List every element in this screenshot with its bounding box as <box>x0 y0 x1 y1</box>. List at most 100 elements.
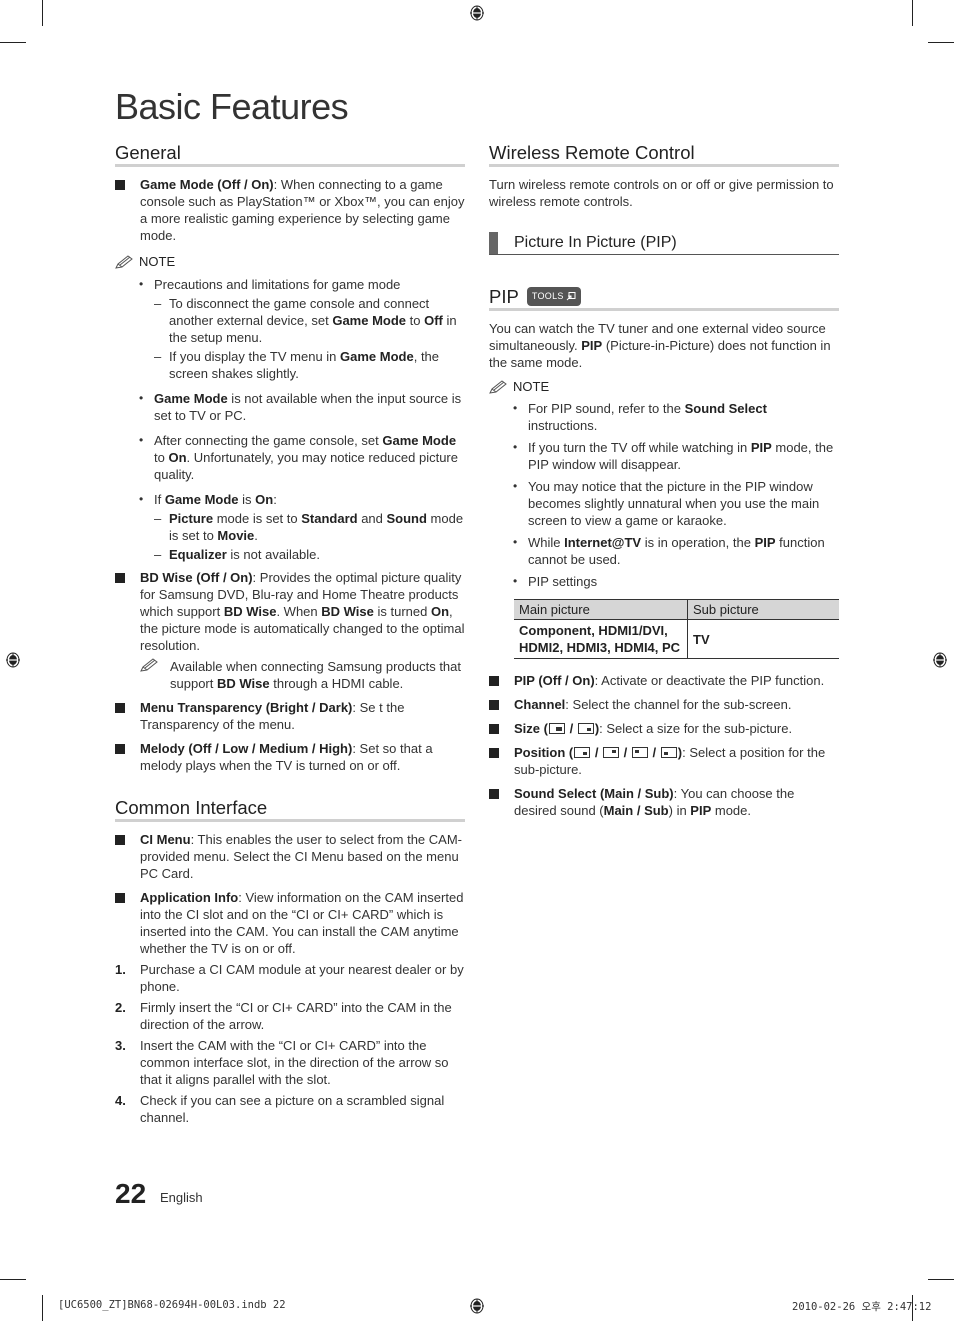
text: is <box>238 492 256 507</box>
text: While <box>528 535 565 550</box>
list-item-pip-on-off: PIP (Off / On): Activate or deactivate t… <box>489 672 839 689</box>
text: Game Mode <box>382 433 457 448</box>
list-item-size: Size ( / ): Select a size for the sub-pi… <box>489 720 839 737</box>
text: instructions. <box>528 418 598 433</box>
note-bullet: If you turn the TV off while watching in… <box>513 439 839 473</box>
item-label: Application Info <box>140 890 239 905</box>
text: / <box>620 745 631 760</box>
note-bullet: If Game Mode is On: Picture mode is set … <box>139 491 465 563</box>
note-bullet: After connecting the game console, set G… <box>139 432 465 483</box>
pip-title: PIP <box>489 286 519 307</box>
item-label: Menu Transparency (Bright / Dark) <box>140 700 353 715</box>
text: If <box>154 492 165 507</box>
section-heading-common-interface: Common Interface <box>115 798 465 822</box>
table-cell: TV <box>687 619 839 659</box>
registration-mark-icon <box>470 5 484 21</box>
text: If you display the TV menu in <box>169 349 341 364</box>
square-bullet-icon <box>115 180 125 190</box>
list-item-melody: Melody (Off / Low / Medium / High): Set … <box>115 740 465 774</box>
square-bullet-icon <box>115 573 125 583</box>
note-header: NOTE <box>115 253 465 270</box>
square-bullet-icon <box>489 748 499 758</box>
item-label: Sound Select (Main / Sub) <box>514 786 674 801</box>
registration-mark-icon <box>470 1298 484 1314</box>
pip-position-bottom-left-icon <box>660 747 677 758</box>
pip-intro: You can watch the TV tuner and one exter… <box>489 320 839 371</box>
text: . <box>254 528 258 543</box>
left-column: General Game Mode (Off / On): When conne… <box>115 143 465 1126</box>
text: : Select the channel for the sub-screen. <box>565 697 792 712</box>
table-header-sub: Sub picture <box>687 599 839 620</box>
table-header-row: Main picture Sub picture <box>514 599 839 620</box>
item-label: BD Wise (Off / On) <box>140 570 253 585</box>
note-dash-item: To disconnect the game console and conne… <box>154 295 465 346</box>
pip-size-small-icon <box>577 723 594 734</box>
note-label: NOTE <box>139 254 176 269</box>
pip-size-large-icon <box>548 723 565 734</box>
text: Internet@TV <box>564 535 642 550</box>
text: and <box>357 511 387 526</box>
text: Standard <box>301 511 358 526</box>
section-heading-general: General <box>115 143 465 167</box>
text: Game Mode <box>332 313 407 328</box>
text: PIP <box>581 338 603 353</box>
note-label: NOTE <box>513 379 550 394</box>
list-item-ci-menu: CI Menu: This enables the user to select… <box>115 831 465 882</box>
table-row: Component, HDMI1/DVI, HDMI2, HDMI3, HDMI… <box>514 619 839 659</box>
tools-label: TOOLS <box>531 291 564 301</box>
text: mode. <box>711 803 752 818</box>
crop-mark <box>928 1279 954 1280</box>
note-bullet: Precautions and limitations for game mod… <box>139 276 465 382</box>
square-bullet-icon <box>115 703 125 713</box>
crop-mark <box>42 0 43 26</box>
subsection-title: Picture In Picture (PIP) <box>514 234 677 251</box>
square-bullet-icon <box>489 700 499 710</box>
text: Off <box>424 313 443 328</box>
pip-position-top-left-icon <box>631 747 648 758</box>
text: BD Wise <box>216 676 270 691</box>
note-dash-item: Picture mode is set to Standard and Soun… <box>154 510 465 544</box>
step-item: 2. Firmly insert the “CI or CI+ CARD” in… <box>115 999 465 1033</box>
text: PIP <box>690 803 712 818</box>
tools-badge: TOOLS <box>526 287 581 306</box>
item-label: Size ( <box>514 721 548 736</box>
text: PIP <box>754 535 776 550</box>
text: Game Mode <box>164 492 239 507</box>
list-item-application-info: Application Info: View information on th… <box>115 889 465 957</box>
text: PIP settings <box>528 574 598 589</box>
square-bullet-icon <box>489 789 499 799</box>
text: Game Mode <box>340 349 414 364</box>
pencil-note-icon <box>489 379 507 394</box>
text: On <box>255 492 274 507</box>
step-text: Firmly insert the “CI or CI+ CARD” into … <box>140 1000 452 1032</box>
crop-mark <box>912 0 913 26</box>
square-bullet-icon <box>115 835 125 845</box>
text: to <box>154 450 169 465</box>
note-bullet: Game Mode is not available when the inpu… <box>139 390 465 424</box>
text: Game Mode <box>154 391 228 406</box>
text: ) in <box>668 803 691 818</box>
text: . When <box>276 604 322 619</box>
text: Sound Select <box>684 401 767 416</box>
text: BD Wise <box>223 604 277 619</box>
tools-icon <box>566 292 576 301</box>
registration-mark-icon <box>6 652 20 668</box>
pencil-note-icon <box>140 658 158 672</box>
text: : Select a size for the sub-picture. <box>599 721 793 736</box>
item-label: CI Menu <box>140 832 191 847</box>
step-item: 4. Check if you can see a picture on a s… <box>115 1092 465 1126</box>
text: : Activate or deactivate the PIP functio… <box>594 673 825 688</box>
text: through a HDMI cable. <box>269 676 404 691</box>
text: Sound <box>386 511 427 526</box>
pip-heading: PIP TOOLS <box>489 287 839 311</box>
sub-note: Available when connecting Samsung produc… <box>140 658 465 692</box>
text: / <box>591 745 603 760</box>
text: . Unfortunately, you may notice reduced … <box>154 450 458 482</box>
step-number: 1. <box>115 962 126 977</box>
note-dash-item: If you display the TV menu in Game Mode,… <box>154 348 465 382</box>
step-text: Insert the CAM with the “CI or CI+ CARD”… <box>140 1038 449 1087</box>
text: BD Wise <box>321 604 374 619</box>
right-column: Wireless Remote Control Turn wireless re… <box>489 143 839 819</box>
item-label: Melody (Off / Low / Medium / High) <box>140 741 353 756</box>
slug-file-info: [UC6500_ZT]BN68-02694H-00L03.indb 22 <box>58 1299 286 1311</box>
